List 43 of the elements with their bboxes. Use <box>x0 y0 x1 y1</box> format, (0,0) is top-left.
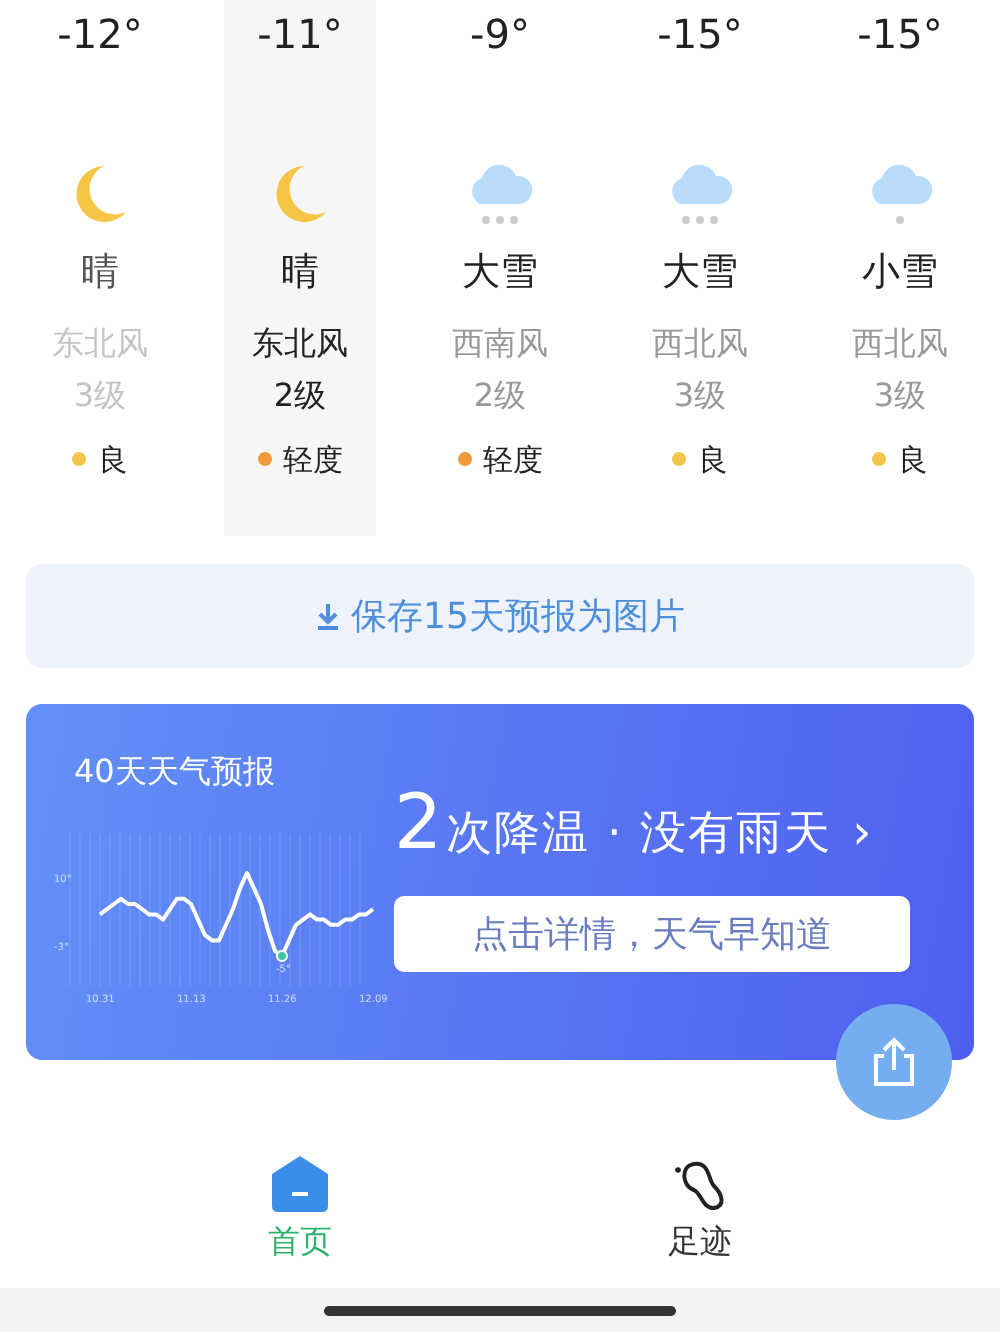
nav-tab[interactable]: 足迹 <box>620 1152 780 1268</box>
condition-text: 晴 <box>281 248 319 298</box>
wind-direction-text: 东北风 <box>52 321 148 365</box>
temperature-text: -11° <box>257 8 343 62</box>
headline-text: 次降温 · 没有雨天 <box>446 806 833 864</box>
aqi-text: 轻度 <box>483 439 543 481</box>
moon-icon <box>272 164 328 224</box>
aqi-text: 轻度 <box>283 439 343 481</box>
aqi-text: 良 <box>698 439 728 481</box>
snow-cloud-icon <box>666 164 734 228</box>
condition-text: 大雪 <box>462 248 538 298</box>
wind-level-text: 3级 <box>873 373 927 417</box>
wind-direction-text: 东北风 <box>252 321 348 365</box>
details-button[interactable]: 点击详情，天气早知道 <box>394 896 910 972</box>
download-icon <box>315 602 340 630</box>
temperature-text: -12° <box>57 8 143 62</box>
moon-icon <box>72 164 128 224</box>
wind-level-text: 3级 <box>673 373 727 417</box>
headline-number: 2 <box>394 784 443 860</box>
condition-text: 大雪 <box>662 248 738 298</box>
wind-level-text: 3级 <box>73 373 127 417</box>
condition-text: 晴 <box>81 248 119 298</box>
save-image-button[interactable]: 保存15天预报为图片 <box>26 564 974 668</box>
wind-level-text: 2级 <box>473 373 527 417</box>
wind-direction-text: 西北风 <box>652 321 748 365</box>
temperature-text: -15° <box>657 8 743 62</box>
wind-level-text: 2级 <box>273 373 327 417</box>
banner-title: 40天天气预报 <box>74 750 275 794</box>
aqi-text: 良 <box>98 439 128 481</box>
chevron-icon: › <box>852 796 872 868</box>
nav-tab[interactable]: 首页 <box>220 1152 380 1268</box>
temperature-text: -9° <box>470 8 530 62</box>
selected-day-column[interactable]: -11° 晴 东北风 2级 轻度 <box>224 0 376 536</box>
condition-text: 小雪 <box>862 248 938 298</box>
low-point-dot <box>276 949 288 962</box>
share-icon <box>868 1036 920 1088</box>
wind-direction-text: 西南风 <box>452 321 548 365</box>
temperature-text: -15° <box>857 8 943 62</box>
snow-cloud-icon <box>866 164 934 228</box>
snow-cloud-icon <box>466 164 534 228</box>
home-icon <box>270 1154 330 1214</box>
wind-direction-text: 西北风 <box>852 321 948 365</box>
aqi-text: 良 <box>898 439 928 481</box>
